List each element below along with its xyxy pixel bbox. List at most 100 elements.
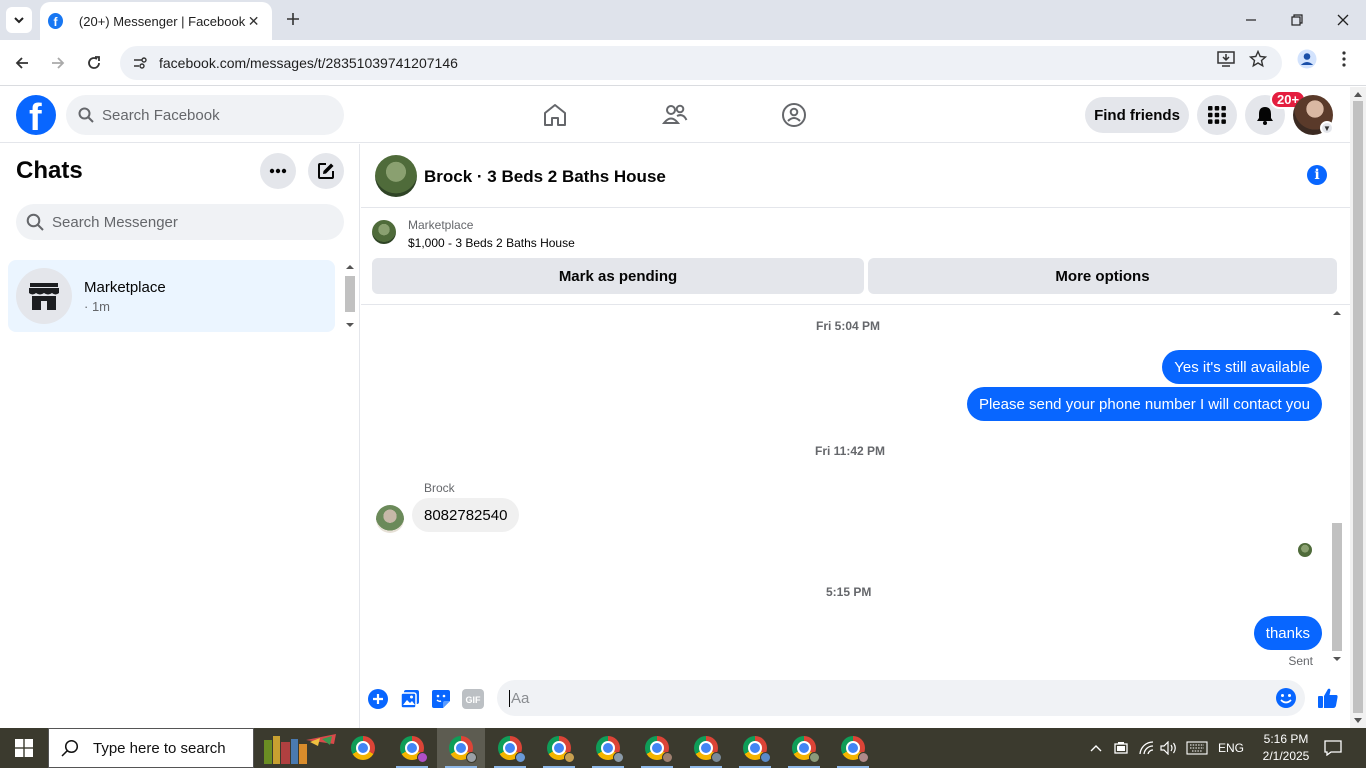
more-actions-button[interactable] — [367, 688, 389, 710]
install-app-button[interactable] — [1215, 48, 1237, 70]
keyboard-icon — [1186, 741, 1208, 755]
find-friends-button[interactable]: Find friends — [1085, 97, 1189, 133]
sender-name: Brock — [424, 481, 455, 495]
nav-friends[interactable] — [661, 101, 689, 129]
taskbar-chrome-profile[interactable] — [731, 728, 779, 768]
taskbar-chrome-profile[interactable] — [486, 728, 534, 768]
browser-tab-messenger[interactable]: f (20+) Messenger | Facebook ✕ — [40, 2, 272, 40]
clock-date: 2/1/2025 — [1262, 749, 1310, 763]
taskbar-chrome-profile[interactable] — [829, 728, 877, 768]
network-tray-icon[interactable] — [1136, 728, 1158, 768]
message-outgoing[interactable]: Please send your phone number I will con… — [966, 387, 1322, 421]
battery-tray-icon[interactable] — [1110, 728, 1132, 768]
new-message-button[interactable] — [308, 153, 344, 189]
thread-scrollbar[interactable] — [1329, 306, 1345, 666]
tab-search-button[interactable] — [6, 7, 32, 33]
timestamp: Fri 5:04 PM — [816, 319, 881, 333]
taskbar-chrome-profile[interactable] — [633, 728, 681, 768]
chevron-up-icon — [1090, 745, 1102, 752]
chat-item-name: Marketplace — [84, 279, 166, 296]
facebook-search-input[interactable]: Search Facebook — [66, 95, 344, 135]
chevron-down-icon — [14, 17, 24, 24]
taskbar-chrome-profile[interactable] — [780, 728, 828, 768]
sticker-button[interactable] — [430, 688, 452, 710]
touch-keyboard-tray-icon[interactable] — [1184, 728, 1210, 768]
url-omnibox[interactable]: facebook.com/messages/t/2835103974120714… — [120, 46, 1282, 80]
message-input[interactable]: Aa — [497, 680, 1305, 716]
nav-home[interactable] — [541, 101, 569, 129]
conversation-title[interactable]: Brock · 3 Beds 2 Baths House — [424, 167, 666, 187]
chat-list-scrollbar[interactable] — [343, 262, 357, 330]
minimize-button[interactable] — [1228, 0, 1274, 40]
search-icon — [78, 107, 94, 123]
profile-icon — [1297, 49, 1317, 69]
facebook-search-placeholder: Search Facebook — [102, 106, 220, 124]
groups-icon — [782, 103, 806, 127]
chats-options-button[interactable] — [260, 153, 296, 189]
show-hidden-icons-button[interactable] — [1086, 728, 1106, 768]
notification-center-button[interactable] — [1320, 728, 1346, 768]
taskbar-chrome-profile[interactable] — [535, 728, 583, 768]
page-scrollbar[interactable] — [1350, 87, 1366, 728]
menu-button[interactable] — [1197, 95, 1237, 135]
page-scrollbar-thumb[interactable] — [1353, 101, 1363, 713]
message-thread: Fri 5:04 PM Yes it's still available Ple… — [361, 306, 1350, 668]
taskbar-chrome[interactable] — [339, 728, 387, 768]
taskbar-chrome-profile[interactable] — [388, 728, 436, 768]
facebook-logo[interactable]: f — [16, 95, 56, 135]
profile-button[interactable] — [1296, 48, 1318, 70]
conversation-avatar[interactable] — [375, 155, 417, 197]
close-window-button[interactable] — [1320, 0, 1366, 40]
taskbar-chrome-profile[interactable] — [682, 728, 730, 768]
message-outgoing[interactable]: thanks — [1253, 616, 1322, 650]
kebab-menu-icon — [1342, 51, 1346, 67]
chat-item-marketplace[interactable]: Marketplace · 1m — [8, 260, 335, 332]
listing-title[interactable]: $1,000 - 3 Beds 2 Baths House — [408, 236, 575, 250]
forward-button[interactable] — [46, 51, 70, 75]
volume-tray-icon[interactable] — [1158, 728, 1180, 768]
news-widget[interactable] — [258, 730, 338, 766]
friends-icon — [662, 104, 688, 124]
chats-title: Chats — [16, 157, 83, 184]
system-clock[interactable]: 5:16 PM 2/1/2025 — [1255, 731, 1317, 765]
timestamp: Fri 11:42 PM — [815, 444, 886, 458]
sender-avatar[interactable] — [376, 505, 404, 533]
restore-button[interactable] — [1274, 0, 1320, 40]
account-chevron-down-icon[interactable]: ▼ — [1320, 121, 1334, 135]
minimize-icon — [1246, 19, 1256, 21]
like-button[interactable] — [1316, 686, 1340, 710]
windows-logo-icon — [15, 739, 33, 757]
emoji-icon[interactable] — [1275, 687, 1297, 709]
wifi-icon — [1139, 741, 1154, 755]
facebook-favicon-icon: f — [48, 13, 63, 29]
start-button[interactable] — [0, 728, 48, 768]
mark-as-pending-button[interactable]: Mark as pending — [372, 258, 864, 294]
tab-close-icon[interactable]: ✕ — [245, 13, 262, 30]
browser-menu-button[interactable] — [1333, 48, 1355, 70]
chrome-icon — [743, 736, 771, 763]
message-composer: GIF Aa — [361, 672, 1350, 724]
reload-button[interactable] — [82, 51, 106, 75]
message-incoming[interactable]: 8082782540 — [412, 498, 520, 532]
listing-thumbnail[interactable] — [372, 220, 396, 244]
message-outgoing[interactable]: Yes it's still available — [1162, 350, 1322, 384]
taskbar-chrome-profile-active[interactable] — [437, 728, 485, 768]
input-language-indicator[interactable]: ENG — [1214, 728, 1248, 768]
facebook-logo-letter: f — [29, 97, 42, 135]
thumbs-up-icon — [1318, 688, 1338, 708]
gif-button[interactable]: GIF — [462, 688, 484, 710]
taskbar-search-box[interactable]: Type here to search — [48, 728, 254, 768]
storefront-icon — [29, 283, 59, 310]
site-settings-icon[interactable] — [130, 53, 150, 73]
new-tab-button[interactable] — [282, 8, 304, 30]
messenger-search-input[interactable]: Search Messenger — [16, 204, 344, 240]
message-input-placeholder: Aa — [509, 689, 530, 707]
bookmark-button[interactable] — [1247, 48, 1269, 70]
marketplace-listing-banner: Marketplace $1,000 - 3 Beds 2 Baths Hous… — [361, 209, 1350, 305]
taskbar-chrome-profile[interactable] — [584, 728, 632, 768]
attach-media-button[interactable] — [399, 688, 421, 710]
nav-groups[interactable] — [780, 101, 808, 129]
more-options-button[interactable]: More options — [868, 258, 1337, 294]
back-button[interactable] — [10, 51, 34, 75]
conversation-info-icon[interactable]: i — [1307, 165, 1327, 185]
